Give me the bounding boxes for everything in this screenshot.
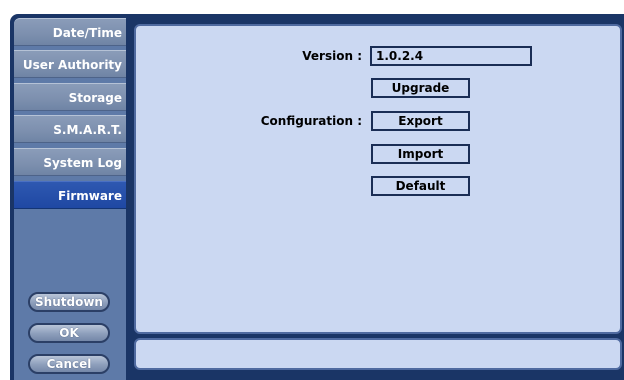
sidebar-item-system-log[interactable]: System Log [14,148,126,176]
version-label: Version : [302,49,362,63]
export-button[interactable]: Export [371,111,470,131]
sidebar-item-user-authority[interactable]: User Authority [14,50,126,78]
configuration-label: Configuration : [260,114,362,128]
version-field: 1.0.2.4 [370,46,532,66]
sidebar-item-firmware[interactable]: Firmware [14,181,126,209]
default-button[interactable]: Default [371,176,470,196]
upgrade-button[interactable]: Upgrade [371,78,470,98]
ok-button[interactable]: OK [28,323,110,343]
top-strip [0,0,624,14]
sidebar-item-storage[interactable]: Storage [14,83,126,111]
sidebar-item-smart[interactable]: S.M.A.R.T. [14,115,126,143]
cancel-button[interactable]: Cancel [28,354,110,374]
import-button[interactable]: Import [371,144,470,164]
status-bar [134,338,622,370]
sidebar-item-date-time[interactable]: Date/Time [14,18,126,46]
shutdown-button[interactable]: Shutdown [28,292,110,312]
